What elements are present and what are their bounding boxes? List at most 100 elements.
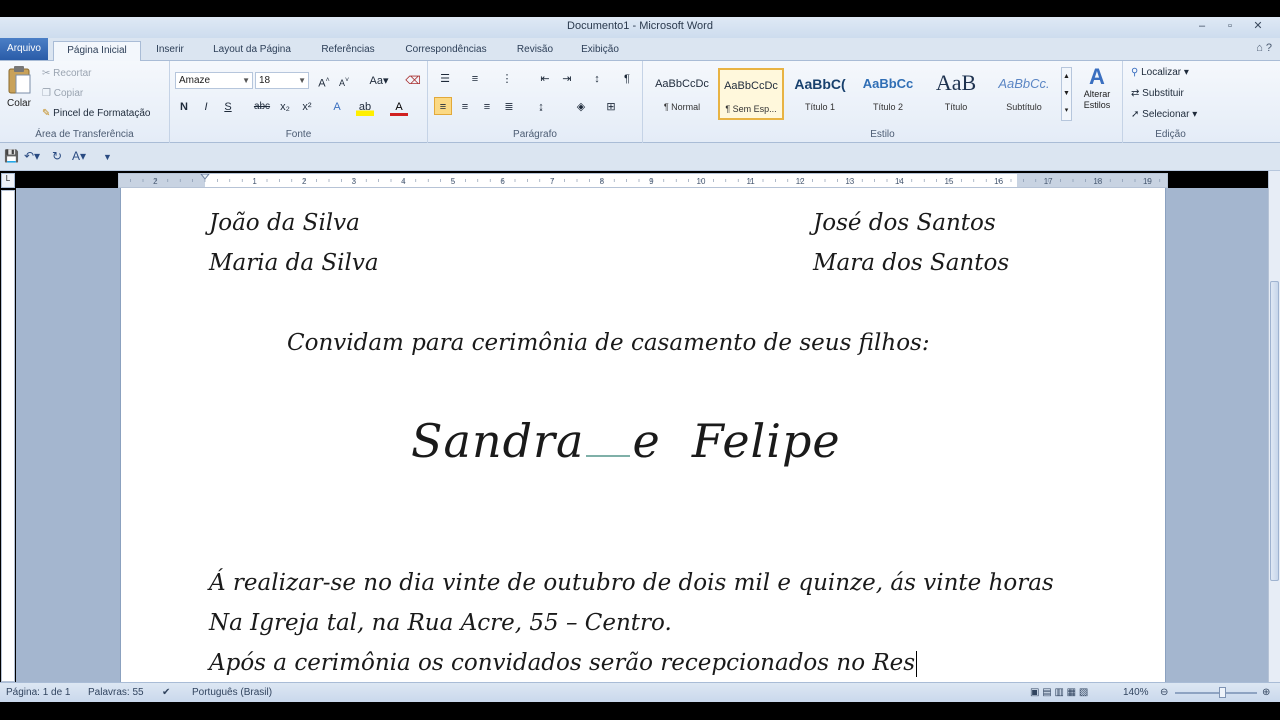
undo-icon[interactable]: ↶▾ xyxy=(24,149,40,163)
highlight-icon[interactable]: ab xyxy=(356,98,374,116)
style-sample: AaBbCc. xyxy=(998,76,1050,91)
style-heading-2[interactable]: AaBbCc Título 2 xyxy=(855,68,921,120)
align-right-icon[interactable]: ≡ xyxy=(478,98,496,116)
save-icon[interactable]: 💾 xyxy=(4,149,19,163)
change-case-button[interactable]: Aa▾ xyxy=(366,72,392,90)
first-line-indent-marker[interactable] xyxy=(200,174,210,180)
increase-indent-icon[interactable]: ⇥ xyxy=(558,70,576,88)
styles-scroll[interactable]: ▲ ▼ ▾ xyxy=(1061,67,1072,121)
font-color-icon[interactable]: A xyxy=(390,98,408,116)
close-button[interactable]: ✕ xyxy=(1244,18,1272,35)
style-sample: AaBbCcDc xyxy=(724,80,778,92)
clipboard-group-label: Área de Transferência xyxy=(35,129,134,140)
grow-font-button[interactable]: A˄ xyxy=(315,72,333,90)
quick-access-toolbar: 💾 ↶▾ ↻ A▾ ▼ xyxy=(0,143,1280,171)
style-no-spacing[interactable]: AaBbCcDc ¶ Sem Esp... xyxy=(718,68,784,120)
align-left-icon[interactable]: ≡ xyxy=(434,97,452,115)
tab-view[interactable]: Exibição xyxy=(570,41,630,61)
vertical-ruler[interactable] xyxy=(1,190,15,682)
paste-button[interactable]: Colar xyxy=(4,65,34,117)
scissors-icon: ✂ xyxy=(42,68,51,79)
horizontal-ruler[interactable]: 212345678910111213141516171819 xyxy=(118,173,1168,188)
view-buttons[interactable]: ▣ ▤ ▥ ▦ ▧ xyxy=(1030,687,1088,698)
couple-name-2: Felipe xyxy=(691,414,841,468)
numbering-icon[interactable]: ≡ xyxy=(466,70,484,88)
strikethrough-button[interactable]: abc xyxy=(250,98,274,116)
tab-file[interactable]: Arquivo xyxy=(0,38,48,60)
word-count[interactable]: Palavras: 55 xyxy=(88,687,144,698)
borders-icon[interactable]: ⊞ xyxy=(602,98,620,116)
shading-icon[interactable]: ◈ xyxy=(572,98,590,116)
spelling-icon[interactable]: A▾ xyxy=(72,149,86,163)
tab-insert[interactable]: Inserir xyxy=(144,41,196,61)
font-group: Amaze ▼ 18 ▼ A˄ A˅ Aa▾ ⌫ N I S abc x₂ x² A… xyxy=(170,61,428,143)
proofing-icon[interactable]: ✔ xyxy=(162,687,170,698)
vertical-scrollbar[interactable] xyxy=(1268,171,1280,682)
change-styles-button[interactable]: A Alterar Estilos xyxy=(1075,65,1119,121)
multilevel-list-icon[interactable]: ⋮ xyxy=(498,70,516,88)
paragraph-group-label: Parágrafo xyxy=(513,129,557,140)
chevron-down-icon: ▼ xyxy=(242,76,250,85)
body-line-3: Após a cerimônia os convidados serão rec… xyxy=(209,650,918,677)
tab-references[interactable]: Referências xyxy=(308,41,388,61)
tab-page-layout[interactable]: Layout da Página xyxy=(200,41,304,61)
page-count[interactable]: Página: 1 de 1 xyxy=(6,687,71,698)
status-bar: Página: 1 de 1 Palavras: 55 ✔ Português … xyxy=(0,682,1280,702)
zoom-level[interactable]: 140% xyxy=(1123,687,1149,698)
font-group-label: Fonte xyxy=(285,129,312,140)
tab-review[interactable]: Revisão xyxy=(504,41,566,61)
style-heading-1[interactable]: AaBbC( Título 1 xyxy=(787,68,853,120)
align-center-icon[interactable]: ≡ xyxy=(456,98,474,116)
shrink-font-button[interactable]: A˅ xyxy=(335,72,353,90)
style-title[interactable]: AaB Título xyxy=(923,68,989,120)
find-button[interactable]: ⚲ Localizar ▾ xyxy=(1131,67,1189,78)
language[interactable]: Português (Brasil) xyxy=(192,687,272,698)
justify-icon[interactable]: ≣ xyxy=(500,98,518,116)
redo-icon[interactable]: ↻ xyxy=(52,149,62,163)
style-normal[interactable]: AaBbCcDc ¶ Normal xyxy=(649,68,715,120)
font-name-select[interactable]: Amaze ▼ xyxy=(175,72,253,89)
customize-qat-icon[interactable]: ▼ xyxy=(103,152,112,162)
couple-names: Sandra e Felipe xyxy=(411,414,841,468)
scroll-thumb[interactable] xyxy=(1270,281,1279,581)
maximize-button[interactable]: ▫ xyxy=(1216,18,1244,35)
bullets-icon[interactable]: ☰ xyxy=(436,70,454,88)
tab-selector[interactable]: L xyxy=(1,173,15,188)
tab-home[interactable]: Página Inicial xyxy=(53,41,141,62)
change-styles-label: Alterar Estilos xyxy=(1083,89,1111,110)
zoom-in-icon[interactable]: ⊕ xyxy=(1262,687,1270,698)
tab-mailings[interactable]: Correspondências xyxy=(392,41,500,61)
pilcrow-icon[interactable]: ¶ xyxy=(618,70,636,88)
bold-button[interactable]: N xyxy=(175,98,193,116)
style-subtitle[interactable]: AaBbCc. Subtítulo xyxy=(991,68,1057,120)
paragraph-group: ☰ ≡ ⋮ ⇤ ⇥ ↕ ¶ ≡ ≡ ≡ ≣ ↨ ◈ ⊞ Parágrafo xyxy=(428,61,643,143)
chevron-down-icon: ▼ xyxy=(298,76,306,85)
body-line-2: Na Igreja tal, na Rua Acre, 55 – Centro. xyxy=(209,610,672,636)
style-name: Título 2 xyxy=(872,102,903,112)
cut-button[interactable]: ✂ Recortar xyxy=(42,68,92,79)
zoom-slider-thumb[interactable] xyxy=(1219,687,1226,698)
sort-icon[interactable]: ↕ xyxy=(588,70,606,88)
minimize-button[interactable]: – xyxy=(1188,18,1216,35)
style-name: Título 1 xyxy=(804,102,835,112)
clear-formatting-icon[interactable]: ⌫ xyxy=(404,72,422,90)
font-size-select[interactable]: 18 ▼ xyxy=(255,72,309,89)
line-spacing-icon[interactable]: ↨ xyxy=(532,98,550,116)
style-sample: AaB xyxy=(935,70,977,95)
format-painter-label: Pincel de Formatação xyxy=(53,108,151,119)
paste-label: Colar xyxy=(7,98,31,109)
document-page[interactable]: João da Silva Maria da Silva José dos Sa… xyxy=(120,188,1166,682)
subscript-button[interactable]: x₂ xyxy=(276,98,294,116)
select-button[interactable]: ➚ Selecionar ▾ xyxy=(1131,109,1197,120)
underline-button[interactable]: S xyxy=(219,98,237,116)
italic-button[interactable]: I xyxy=(197,98,215,116)
zoom-out-icon[interactable]: ⊖ xyxy=(1160,687,1168,698)
ribbon-minimize-icon[interactable]: ⌂ ? xyxy=(1256,42,1272,54)
format-painter-button[interactable]: ✎ Pincel de Formatação xyxy=(42,108,150,119)
replace-button[interactable]: ⇄ Substituir xyxy=(1131,88,1184,99)
zoom-slider[interactable] xyxy=(1175,692,1257,694)
copy-button[interactable]: ❐ Copiar xyxy=(42,88,83,99)
decrease-indent-icon[interactable]: ⇤ xyxy=(536,70,554,88)
text-effects-icon[interactable]: A xyxy=(328,98,346,116)
superscript-button[interactable]: x² xyxy=(298,98,316,116)
